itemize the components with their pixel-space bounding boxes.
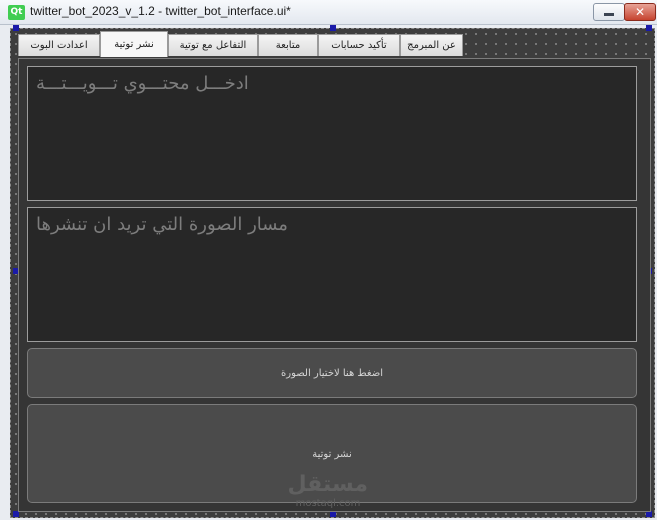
image-path-placeholder: مسار الصورة التي تريد ان تنشرها (36, 214, 288, 235)
watermark-latin: mostaql.com (295, 498, 361, 509)
tab-follow[interactable]: متابعة (258, 34, 318, 56)
image-path-input[interactable]: مسار الصورة التي تريد ان تنشرها (27, 207, 637, 342)
selection-handle[interactable] (646, 25, 652, 31)
close-button[interactable]: ✕ (624, 3, 656, 21)
selection-handle[interactable] (330, 25, 336, 31)
tab-about-programmer[interactable]: عن المبرمج (400, 34, 463, 56)
tab-post-tweet[interactable]: نشر توتية (100, 31, 168, 57)
choose-image-button[interactable]: اضغط هنا لاختيار الصورة (27, 348, 637, 398)
tweet-content-input[interactable]: ادخـــل محتـــوي تـــويـــتـــة (27, 66, 637, 201)
tab-bot-settings[interactable]: اعدادت البوت (18, 34, 100, 56)
qt-logo-icon: Qt (8, 5, 25, 20)
tab-confirm-accounts[interactable]: تأكيد حسابات (318, 34, 400, 56)
minimize-button[interactable] (593, 3, 625, 21)
watermark-arabic: مستقل (287, 472, 368, 497)
selection-handle[interactable] (13, 25, 19, 31)
tab-interact-with-tweet[interactable]: التفاعل مع توتية (168, 34, 258, 56)
tab-bar: عن المبرمج تأكيد حسابات متابعة التفاعل م… (18, 31, 463, 58)
window-title: twitter_bot_2023_v_1.2 - twitter_bot_int… (30, 4, 291, 18)
close-icon: ✕ (634, 5, 646, 19)
title-bar: Qt twitter_bot_2023_v_1.2 - twitter_bot_… (0, 0, 657, 25)
mostaql-watermark: مستقل mostaql.com (288, 472, 368, 510)
tweet-content-placeholder: ادخـــل محتـــوي تـــويـــتـــة (36, 73, 249, 94)
